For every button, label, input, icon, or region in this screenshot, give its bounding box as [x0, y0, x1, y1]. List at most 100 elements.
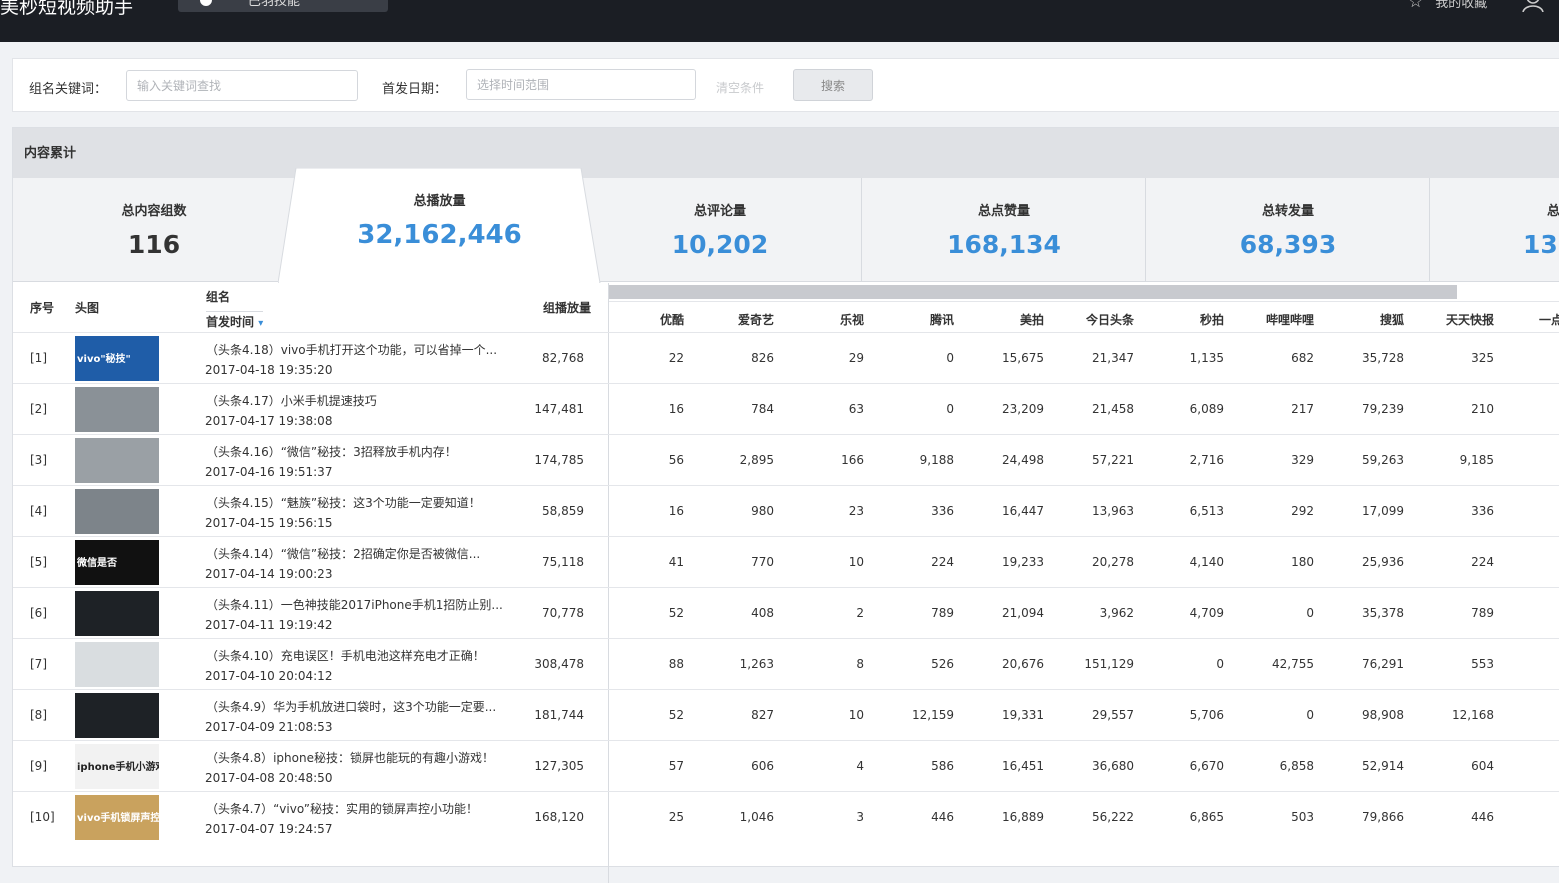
- row-platform-value: 20,278: [1092, 555, 1134, 569]
- row-platform-value: 826: [751, 351, 774, 365]
- user-icon[interactable]: [1522, 0, 1544, 12]
- stat-total-likes[interactable]: 总点赞量 168,134: [863, 178, 1146, 282]
- row-platform-value: 56,222: [1092, 810, 1134, 824]
- stat-label: 总: [1547, 204, 1559, 219]
- date-label: 首发日期：: [382, 82, 448, 97]
- search-button[interactable]: 搜索: [793, 69, 873, 101]
- row-total: 58,859: [542, 504, 584, 518]
- header-date-label: 首发时间: [206, 315, 255, 329]
- row-platform-value: 180: [1291, 555, 1314, 569]
- row-name[interactable]: （头条4.14）“微信”秘技：2招确定你是否被微信...: [206, 545, 480, 562]
- header-platform: 腾讯: [929, 313, 954, 327]
- row-thumbnail[interactable]: [75, 438, 159, 483]
- row-platform-value: 15,675: [1002, 351, 1044, 365]
- table-row[interactable]: [5] 微信是否 （头条4.14）“微信”秘技：2招确定你是否被微信... 2017-…: [13, 536, 1559, 587]
- row-thumbnail[interactable]: [75, 387, 159, 432]
- row-platform-value: 980: [751, 504, 774, 518]
- stat-total-groups[interactable]: 总内容组数 116: [13, 178, 296, 282]
- row-name[interactable]: （头条4.11）一色神技能2017iPhone手机1招防止别...: [206, 596, 503, 613]
- row-platform-value: 21,094: [1002, 606, 1044, 620]
- row-platform-value: 13,963: [1092, 504, 1134, 518]
- row-thumbnail[interactable]: iphone手机小游戏: [75, 744, 159, 789]
- row-name[interactable]: （头条4.16）“微信”秘技：3招释放手机内存！: [206, 443, 457, 460]
- table-row[interactable]: [7] （头条4.10）充电误区！手机电池这样充电才正确！ 2017-04-10 2…: [13, 638, 1559, 689]
- row-platform-value: 827: [751, 708, 774, 722]
- sort-icon[interactable]: ▾: [258, 318, 263, 329]
- row-platform-value: 12,159: [912, 708, 954, 722]
- row-platform-value: 5,706: [1189, 708, 1224, 722]
- row-platform-value: 9,185: [1459, 453, 1494, 467]
- row-total: 127,305: [534, 759, 584, 773]
- row-platform-value: 682: [1291, 351, 1314, 365]
- row-name[interactable]: （头条4.15）“魅族”秘技：这3个功能一定要知道！: [206, 494, 481, 511]
- stat-value: 116: [127, 230, 181, 259]
- top-search-box[interactable]: 巴羽技能: [178, 0, 388, 12]
- header-name: 组名: [206, 290, 231, 304]
- stat-total-shares[interactable]: 总转发量 68,393: [1147, 178, 1430, 282]
- row-index: [4]: [30, 504, 47, 518]
- row-name[interactable]: （头条4.18）vivo手机打开这个功能，可以省掉一个...: [206, 341, 497, 358]
- row-platform-value: 784: [751, 402, 774, 416]
- row-thumbnail[interactable]: 微信是否: [75, 540, 159, 585]
- row-platform-value: 3: [856, 810, 864, 824]
- table-row[interactable]: [3] （头条4.16）“微信”秘技：3招释放手机内存！ 2017-04-16 19…: [13, 434, 1559, 485]
- stat-total-plays[interactable]: 总播放量 32,162,446: [296, 168, 583, 282]
- row-thumbnail[interactable]: vivo手机锁屏声控: [75, 795, 159, 840]
- row-thumbnail[interactable]: [75, 591, 159, 636]
- horizontal-scrollbar[interactable]: [609, 285, 1457, 299]
- table-row[interactable]: [6] （头条4.11）一色神技能2017iPhone手机1招防止别... 2017…: [13, 587, 1559, 638]
- row-platform-value: 52,914: [1362, 759, 1404, 773]
- row-total: 147,481: [534, 402, 584, 416]
- favorites-link[interactable]: ☆ 我的收藏: [1408, 0, 1487, 12]
- row-platform-value: 1,135: [1189, 351, 1224, 365]
- stat-partial[interactable]: 总 135: [1431, 178, 1559, 282]
- row-platform-value: 2,716: [1189, 453, 1224, 467]
- table-row[interactable]: [4] （头条4.15）“魅族”秘技：这3个功能一定要知道！ 2017-04-15 …: [13, 485, 1559, 536]
- row-platform-value: 336: [1471, 504, 1494, 518]
- row-platform-value: 98,908: [1362, 708, 1404, 722]
- row-date: 2017-04-10 20:04:12: [205, 669, 333, 683]
- row-name[interactable]: （头条4.9）华为手机放进口袋时，这3个功能一定要...: [206, 698, 496, 715]
- row-platform-value: 553: [1471, 657, 1494, 671]
- row-thumbnail[interactable]: vivo"秘技": [75, 336, 159, 381]
- header-date[interactable]: 首发时间 ▾: [206, 311, 264, 330]
- row-platform-value: 6,858: [1279, 759, 1314, 773]
- table-row[interactable]: [10] vivo手机锁屏声控 （头条4.7）“vivo”秘技：实用的锁屏声控小功能…: [13, 791, 1559, 842]
- header-platform: 一点: [1539, 313, 1559, 327]
- row-name[interactable]: （头条4.7）“vivo”秘技：实用的锁屏声控小功能！: [206, 800, 478, 817]
- row-name[interactable]: （头条4.10）充电误区！手机电池这样充电才正确！: [206, 647, 485, 664]
- stat-total-comments[interactable]: 总评论量 10,202: [579, 178, 862, 282]
- row-platform-value: 0: [946, 351, 954, 365]
- header-platform: 美拍: [1019, 313, 1044, 327]
- top-search-text: 巴羽技能: [248, 0, 301, 9]
- row-date: 2017-04-09 21:08:53: [205, 720, 333, 734]
- row-platform-value: 24,498: [1002, 453, 1044, 467]
- row-total: 174,785: [534, 453, 584, 467]
- row-platform-value: 52: [668, 606, 684, 620]
- row-name[interactable]: （头条4.8）iphone秘技：锁屏也能玩的有趣小游戏！: [206, 749, 494, 766]
- table-row[interactable]: [1] vivo"秘技" （头条4.18）vivo手机打开这个功能，可以省掉一个..…: [13, 332, 1559, 383]
- row-thumbnail[interactable]: [75, 693, 159, 738]
- clear-filters-link[interactable]: 清空条件: [716, 79, 764, 96]
- header-platform: 爱奇艺: [737, 313, 774, 327]
- row-thumbnail[interactable]: [75, 489, 159, 534]
- stats-bar: 总内容组数 116 总评论量 10,202 总点赞量 168,134 总转发量 …: [13, 178, 1559, 282]
- row-platform-value: 19,331: [1002, 708, 1044, 722]
- row-platform-value: 10: [848, 708, 864, 722]
- row-platform-value: 23,209: [1002, 402, 1044, 416]
- row-name[interactable]: （头条4.17）小米手机提速技巧: [206, 392, 377, 409]
- row-platform-value: 292: [1291, 504, 1314, 518]
- row-thumbnail[interactable]: [75, 642, 159, 687]
- keyword-input[interactable]: [126, 70, 358, 101]
- table-row[interactable]: [8] （头条4.9）华为手机放进口袋时，这3个功能一定要... 2017-04-0…: [13, 689, 1559, 740]
- date-range-input[interactable]: [466, 69, 696, 100]
- row-platform-value: 8: [856, 657, 864, 671]
- row-platform-value: 12,168: [1452, 708, 1494, 722]
- top-bar: 美秒短视频助手 巴羽技能 ☆ 我的收藏: [0, 0, 1559, 42]
- header-platform: 今日头条: [1085, 313, 1134, 327]
- row-platform-value: 21,458: [1092, 402, 1134, 416]
- header-total: 组播放量: [543, 301, 592, 315]
- row-platform-value: 88: [668, 657, 684, 671]
- table-row[interactable]: [2] （头条4.17）小米手机提速技巧 2017-04-17 19:38:08 14…: [13, 383, 1559, 434]
- table-row[interactable]: [9] iphone手机小游戏 （头条4.8）iphone秘技：锁屏也能玩的有趣小游…: [13, 740, 1559, 791]
